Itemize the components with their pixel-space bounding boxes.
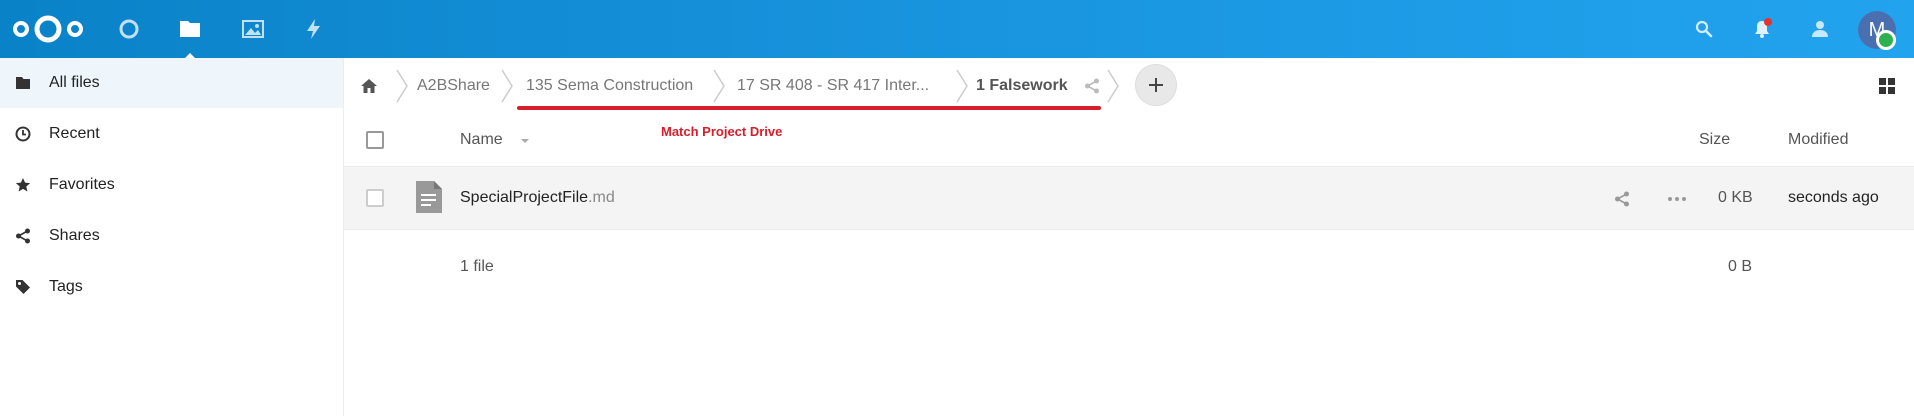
breadcrumb: A2BShare 135 Sema Construction 17 SR 408… xyxy=(344,58,1914,113)
sidebar: All files Recent Favorites Shares Tags xyxy=(0,58,344,416)
chevron-right-icon xyxy=(956,69,968,103)
file-extension: .md xyxy=(588,189,615,206)
table-row[interactable]: SpecialProjectFile.md 0 KB seconds ago xyxy=(344,167,1914,230)
file-modified: seconds ago xyxy=(1788,189,1879,206)
sidebar-item-tags[interactable]: Tags xyxy=(0,262,343,312)
sort-desc-icon[interactable] xyxy=(520,138,530,144)
search-icon xyxy=(1695,20,1713,38)
home-icon xyxy=(361,78,377,93)
sidebar-item-label: Shares xyxy=(49,227,100,244)
notifications-button[interactable] xyxy=(1748,15,1776,43)
search-button[interactable] xyxy=(1690,15,1718,43)
clock-icon xyxy=(12,123,34,145)
circle-icon xyxy=(119,19,139,39)
chevron-right-icon xyxy=(713,69,725,103)
tag-icon xyxy=(12,276,34,298)
breadcrumb-item[interactable]: 17 SR 408 - SR 417 Inter... xyxy=(737,58,929,113)
file-count: 1 file xyxy=(460,258,494,275)
image-icon xyxy=(242,20,264,38)
top-header: M xyxy=(0,0,1914,60)
app-photos[interactable] xyxy=(239,15,267,43)
breadcrumb-item[interactable]: 135 Sema Construction xyxy=(526,58,693,113)
contacts-icon xyxy=(1812,21,1828,37)
share-icon xyxy=(12,225,34,247)
app-activity[interactable] xyxy=(300,15,328,43)
contacts-button[interactable] xyxy=(1806,15,1834,43)
sidebar-item-recent[interactable]: Recent xyxy=(0,109,343,159)
sidebar-item-favorites[interactable]: Favorites xyxy=(0,160,343,210)
chevron-right-icon xyxy=(396,69,408,103)
app-dashboard[interactable] xyxy=(115,15,143,43)
total-size: 0 B xyxy=(1728,258,1753,275)
nextcloud-logo[interactable] xyxy=(12,14,84,44)
online-status-indicator xyxy=(1876,30,1896,50)
text-file-icon xyxy=(416,181,442,213)
column-header-size[interactable]: Size xyxy=(1699,131,1730,149)
new-file-button[interactable] xyxy=(1135,64,1177,106)
grid-icon xyxy=(1879,77,1895,94)
file-table-header: Name Size Modified xyxy=(344,113,1914,167)
share-icon xyxy=(1085,78,1099,93)
folder-icon xyxy=(12,72,34,94)
sidebar-item-label: Recent xyxy=(49,125,100,142)
lightning-icon xyxy=(307,19,320,39)
column-header-modified[interactable]: Modified xyxy=(1788,131,1848,149)
folder-icon xyxy=(180,21,200,37)
table-summary: 1 file 0 B xyxy=(344,230,1914,300)
sidebar-item-label: Favorites xyxy=(49,176,115,193)
file-basename: SpecialProjectFile xyxy=(460,189,589,206)
annotation-underline xyxy=(517,106,1101,110)
plus-icon xyxy=(1149,78,1163,92)
breadcrumb-current[interactable]: 1 Falsework xyxy=(976,58,1068,113)
star-icon xyxy=(12,174,34,196)
file-name[interactable]: SpecialProjectFile.md xyxy=(460,189,615,207)
grid-view-toggle[interactable] xyxy=(1878,58,1896,113)
chevron-right-icon xyxy=(501,69,513,103)
column-header-name[interactable]: Name xyxy=(460,131,503,149)
select-all-checkbox[interactable] xyxy=(366,131,384,149)
sidebar-item-shares[interactable]: Shares xyxy=(0,211,343,261)
sidebar-item-label: All files xyxy=(49,74,100,91)
row-checkbox[interactable] xyxy=(366,189,384,207)
file-size: 0 KB xyxy=(1718,189,1753,206)
notification-badge xyxy=(1764,18,1772,26)
sidebar-item-all-files[interactable]: All files xyxy=(0,58,343,108)
more-options-icon[interactable] xyxy=(1667,196,1687,202)
breadcrumb-share[interactable] xyxy=(1084,58,1100,113)
share-icon[interactable] xyxy=(1614,191,1630,207)
chevron-right-icon xyxy=(1107,69,1119,103)
app-files[interactable] xyxy=(176,15,204,60)
breadcrumb-item[interactable]: A2BShare xyxy=(417,58,490,113)
sidebar-item-label: Tags xyxy=(49,278,83,295)
breadcrumb-home[interactable] xyxy=(360,58,378,113)
